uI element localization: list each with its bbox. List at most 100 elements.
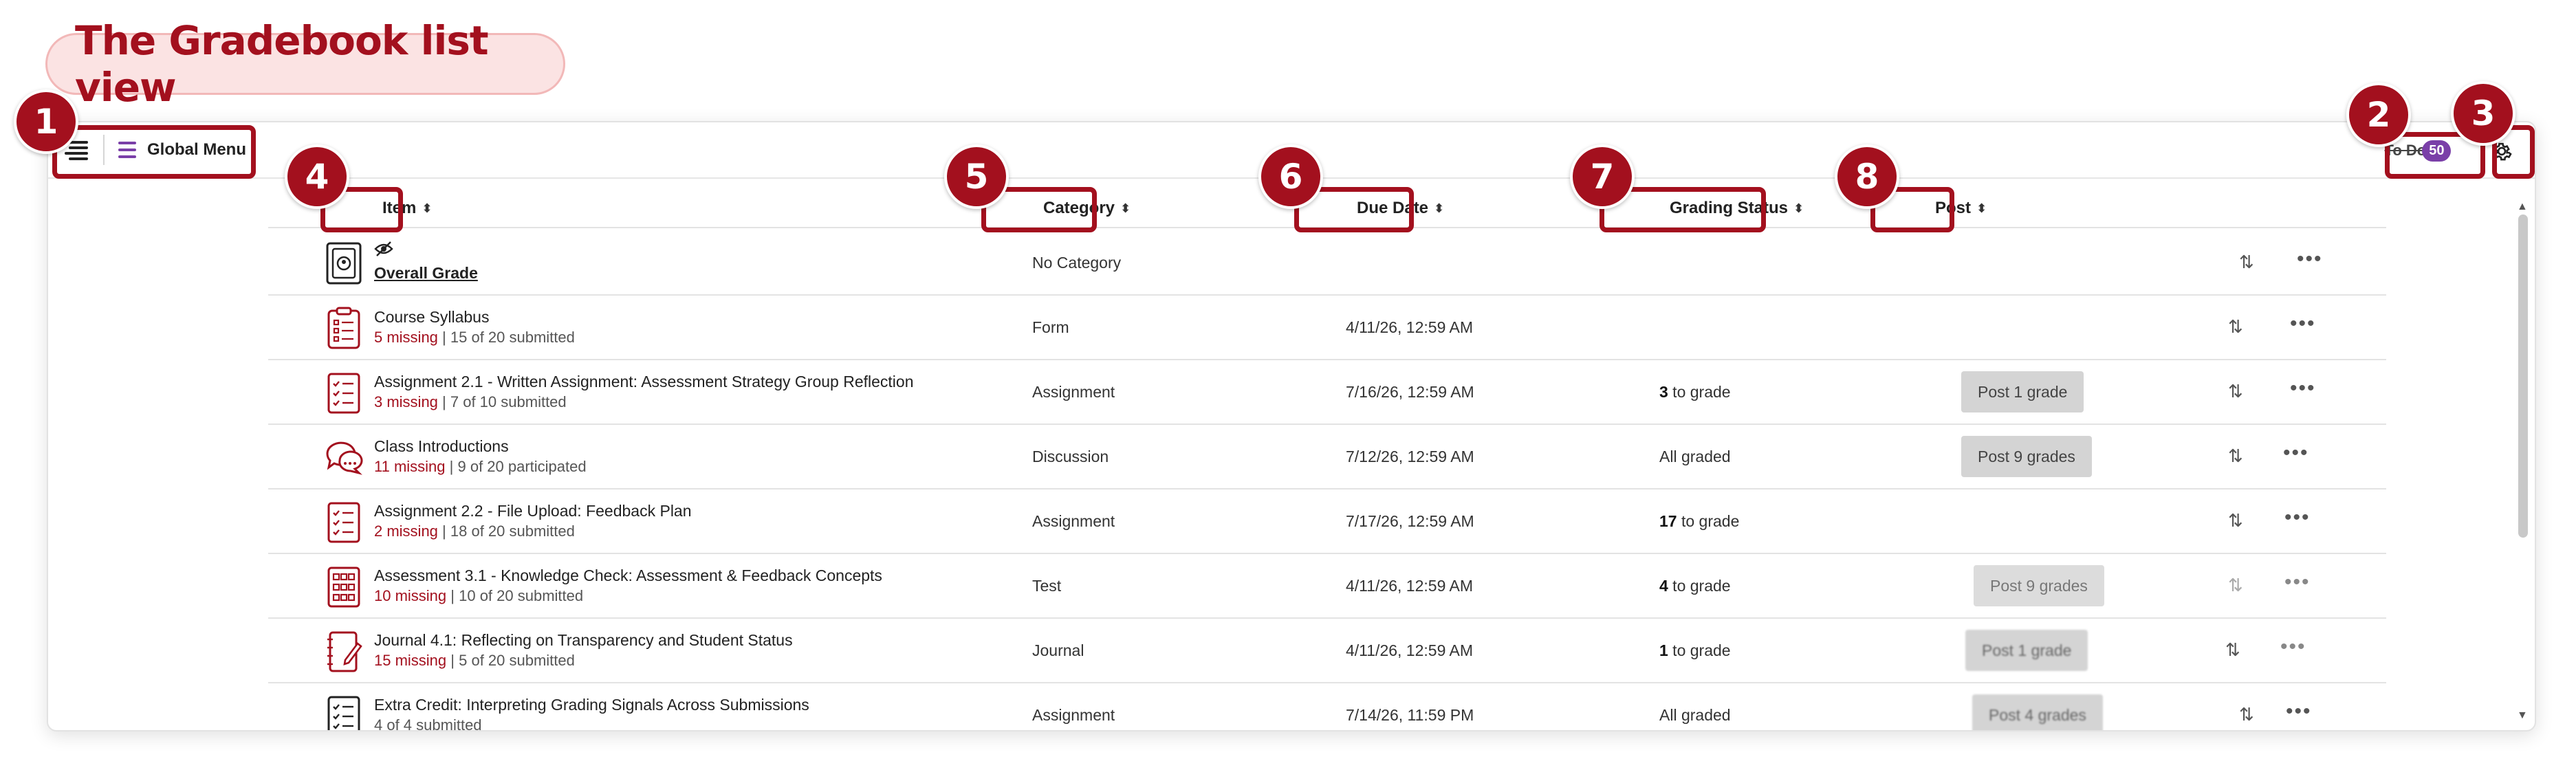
more-options-icon[interactable]: ••• bbox=[2284, 571, 2311, 594]
grading-status-text: to grade bbox=[1668, 577, 1731, 595]
overall-grade-icon bbox=[326, 242, 362, 285]
grading-status-cell: 17 to grade bbox=[1659, 512, 1739, 531]
callout-badge-4: 4 bbox=[285, 144, 349, 209]
grading-status-text: to grade bbox=[1668, 641, 1731, 659]
category-cell: No Category bbox=[1032, 254, 1122, 272]
journal-icon bbox=[327, 631, 362, 672]
grading-status-text: to grade bbox=[1668, 383, 1731, 401]
category-cell: Assignment bbox=[1032, 512, 1115, 530]
callout-badge-6: 6 bbox=[1258, 144, 1323, 209]
more-options-icon[interactable]: ••• bbox=[2280, 635, 2306, 659]
submitted-count: 7 of 10 submitted bbox=[450, 393, 567, 410]
reorder-arrows-icon[interactable]: ⇅ bbox=[2228, 510, 2243, 531]
missing-count[interactable]: 10 missing bbox=[374, 587, 446, 604]
grading-status-cell: All graded bbox=[1659, 706, 1731, 724]
missing-count[interactable]: 11 missing bbox=[374, 458, 446, 475]
more-options-icon[interactable]: ••• bbox=[2284, 506, 2311, 529]
to-grade-count: 1 bbox=[1659, 641, 1668, 659]
item-name-link[interactable]: Class Introductions bbox=[374, 437, 509, 456]
category-cell: Journal bbox=[1032, 641, 1084, 659]
item-name-link[interactable]: Assessment 3.1 - Knowledge Check: Assess… bbox=[374, 566, 882, 585]
submitted-count: 10 of 20 submitted bbox=[459, 587, 584, 604]
to-grade-count: 3 bbox=[1659, 383, 1668, 401]
to-grade-count: 4 bbox=[1659, 577, 1668, 595]
reorder-arrows-icon[interactable]: ⇅ bbox=[2228, 381, 2243, 402]
post-grades-button[interactable]: Post 4 grades bbox=[1972, 694, 2103, 730]
to-grade-count: 17 bbox=[1659, 512, 1677, 530]
reorder-arrows-icon[interactable]: ⇅ bbox=[2228, 316, 2243, 338]
grading-status-cell: 3 to grade bbox=[1659, 383, 1731, 402]
scrollbar-thumb[interactable] bbox=[2518, 214, 2528, 538]
scroll-down-arrow-icon[interactable]: ▼ bbox=[2517, 710, 2528, 722]
more-options-icon[interactable]: ••• bbox=[2290, 377, 2316, 400]
missing-count[interactable]: 2 missing bbox=[374, 522, 438, 540]
form-icon bbox=[327, 307, 360, 349]
sort-icon: ⬍ bbox=[422, 201, 433, 215]
table-row: Assignment 2.2 - File Upload: Feedback P… bbox=[268, 490, 2386, 554]
item-name-link[interactable]: Extra Credit: Interpreting Grading Signa… bbox=[374, 696, 809, 714]
item-submission-summary: 4 of 4 submitted bbox=[374, 716, 482, 732]
missing-count[interactable]: 5 missing bbox=[374, 329, 438, 346]
due-date-cell: 4/11/26, 12:59 AM bbox=[1346, 318, 1473, 336]
more-options-icon[interactable]: ••• bbox=[2283, 441, 2309, 465]
submitted-count: 9 of 20 participated bbox=[457, 458, 587, 475]
callout-badge-3: 3 bbox=[2451, 81, 2515, 146]
test-icon bbox=[327, 566, 360, 608]
callout-badge-5: 5 bbox=[944, 144, 1009, 209]
assignment-icon bbox=[327, 373, 360, 414]
discussion-icon bbox=[326, 441, 363, 475]
reorder-arrows-icon[interactable]: ⇅ bbox=[2225, 639, 2240, 661]
item-submission-summary: 2 missing | 18 of 20 submitted bbox=[374, 522, 575, 540]
due-date-cell: 7/12/26, 12:59 AM bbox=[1346, 448, 1474, 465]
reorder-arrows-icon[interactable]: ⇅ bbox=[2228, 575, 2243, 596]
item-submission-summary: 15 missing | 5 of 20 submitted bbox=[374, 652, 575, 669]
category-cell: Assignment bbox=[1032, 383, 1115, 401]
post-grades-button[interactable]: Post 1 grade bbox=[1961, 371, 2084, 412]
callout-badge-8: 8 bbox=[1835, 144, 1899, 209]
category-cell: Discussion bbox=[1032, 448, 1109, 465]
assignment-icon bbox=[327, 502, 360, 543]
page-title-pill: The Gradebook list view bbox=[45, 17, 565, 111]
grading-status-cell: All graded bbox=[1659, 448, 1731, 465]
grading-status-cell: 4 to grade bbox=[1659, 577, 1731, 595]
due-date-cell: 4/11/26, 12:59 AM bbox=[1346, 577, 1473, 595]
sort-icon: ⬍ bbox=[1793, 201, 1804, 215]
table-row: Extra Credit: Interpreting Grading Signa… bbox=[268, 683, 2386, 732]
reorder-arrows-icon[interactable]: ⇅ bbox=[2239, 252, 2254, 273]
due-date-cell: 4/11/26, 12:59 AM bbox=[1346, 641, 1473, 659]
category-cell: Assignment bbox=[1032, 706, 1115, 724]
item-name-link[interactable]: Overall Grade bbox=[374, 264, 478, 283]
item-submission-summary: 5 missing | 15 of 20 submitted bbox=[374, 329, 575, 346]
page-title: The Gradebook list view bbox=[75, 17, 489, 111]
missing-count[interactable]: 15 missing bbox=[374, 652, 446, 669]
category-cell: Form bbox=[1032, 318, 1069, 336]
submitted-count: 5 of 20 submitted bbox=[459, 652, 575, 669]
table-row: Assignment 2.1 - Written Assignment: Ass… bbox=[268, 360, 2386, 425]
more-options-icon[interactable]: ••• bbox=[2290, 312, 2316, 336]
due-date-cell: 7/14/26, 11:59 PM bbox=[1346, 706, 1474, 724]
item-name-link[interactable]: Journal 4.1: Reflecting on Transparency … bbox=[374, 631, 793, 650]
due-date-cell: 7/17/26, 12:59 AM bbox=[1346, 512, 1474, 530]
reorder-arrows-icon[interactable]: ⇅ bbox=[2228, 446, 2243, 467]
scroll-up-arrow-icon[interactable]: ▲ bbox=[2517, 201, 2528, 213]
callout-badge-2: 2 bbox=[2346, 82, 2411, 147]
gradebook-panel: Global Menu To Do 50 Item ⬍ Category ⬍ Due… bbox=[47, 121, 2536, 732]
reorder-arrows-icon[interactable]: ⇅ bbox=[2239, 704, 2254, 725]
item-name-link[interactable]: Assignment 2.2 - File Upload: Feedback P… bbox=[374, 502, 692, 520]
callout-badge-1: 1 bbox=[14, 89, 78, 154]
item-submission-summary: 3 missing | 7 of 10 submitted bbox=[374, 393, 567, 410]
more-options-icon[interactable]: ••• bbox=[2286, 700, 2312, 723]
post-grades-button[interactable]: Post 1 grade bbox=[1965, 630, 2088, 671]
item-name-link[interactable]: Course Syllabus bbox=[374, 308, 489, 327]
table-row: Class Introductions 11 missing | 9 of 20… bbox=[268, 425, 2386, 490]
sort-icon: ⬍ bbox=[1976, 201, 1987, 215]
callout-badge-7: 7 bbox=[1570, 144, 1635, 209]
item-submission-summary: 11 missing | 9 of 20 participated bbox=[374, 458, 587, 475]
more-options-icon[interactable]: ••• bbox=[2297, 248, 2323, 271]
item-name-link[interactable]: Assignment 2.1 - Written Assignment: Ass… bbox=[374, 373, 913, 391]
vertical-scrollbar[interactable]: ▲ ▼ bbox=[2514, 201, 2532, 722]
missing-count[interactable]: 3 missing bbox=[374, 393, 438, 410]
post-grades-button[interactable]: Post 9 grades bbox=[1974, 565, 2104, 606]
post-grades-button[interactable]: Post 9 grades bbox=[1961, 436, 2092, 477]
sort-icon: ⬍ bbox=[1434, 201, 1445, 215]
